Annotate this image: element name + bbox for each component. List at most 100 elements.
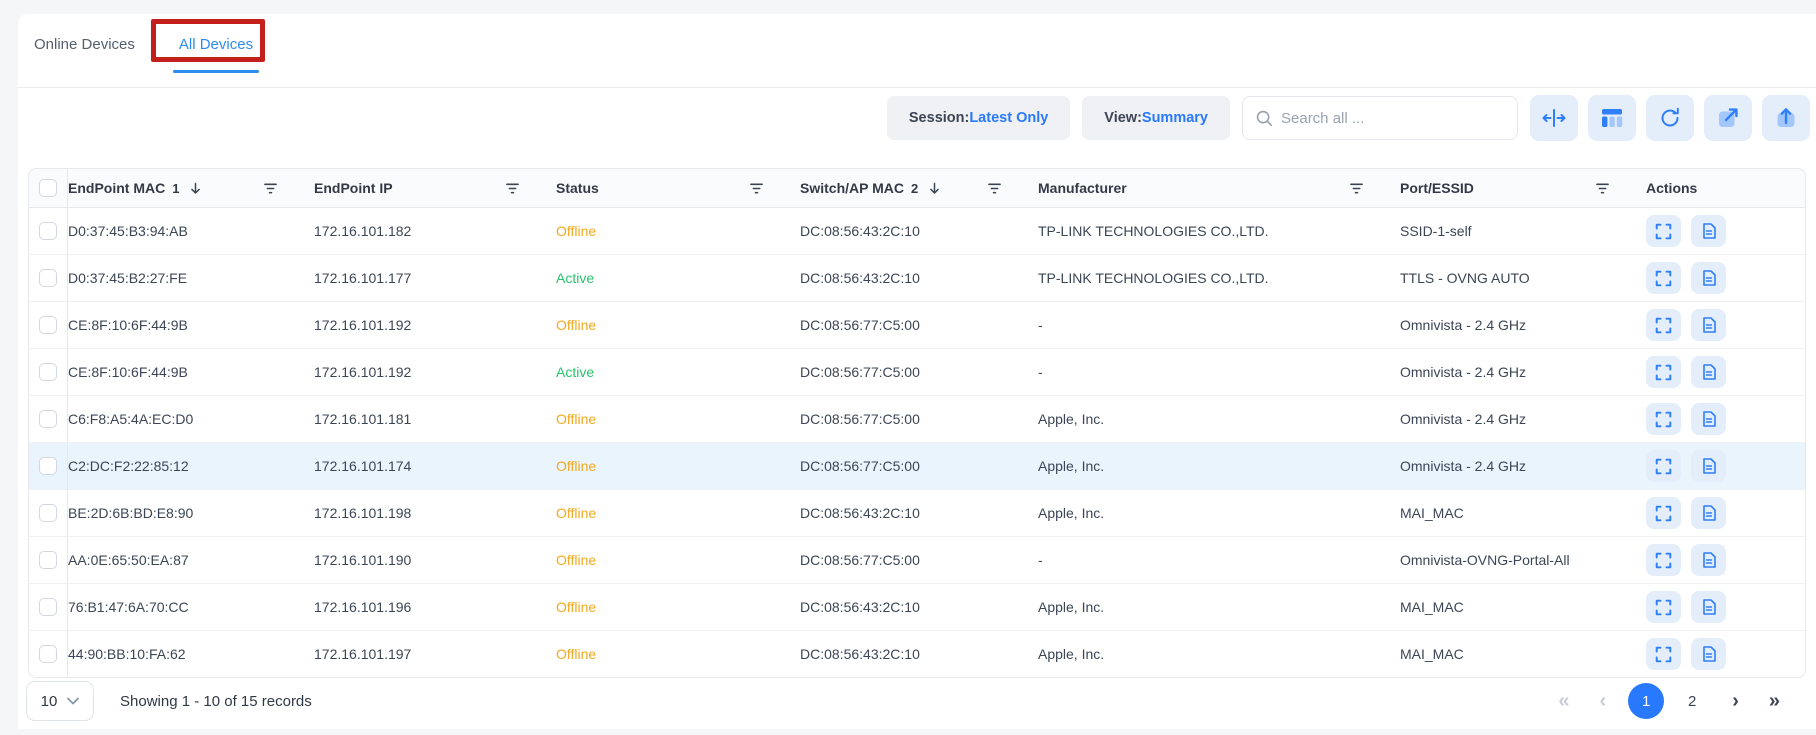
switch-ap-mac-cell: DC:08:56:43:2C:10 — [800, 584, 1038, 631]
table-row[interactable]: C2:DC:F2:22:85:12 172.16.101.174 Offline… — [28, 443, 1806, 490]
table-row[interactable]: D0:37:45:B3:94:AB 172.16.101.182 Offline… — [28, 208, 1806, 255]
actions-cell — [1646, 537, 1806, 584]
device-report-button[interactable] — [1691, 450, 1726, 482]
table-row[interactable]: AA:0E:65:50:EA:87 172.16.101.190 Offline… — [28, 537, 1806, 584]
port-essid-cell: MAI_MAC — [1400, 631, 1646, 678]
device-report-button[interactable] — [1691, 497, 1726, 529]
fullscreen-expand-icon — [1655, 411, 1672, 428]
tab-online-devices[interactable]: Online Devices — [30, 29, 139, 73]
table-row[interactable]: D0:37:45:B2:27:FE 172.16.101.177 Active … — [28, 255, 1806, 302]
row-checkbox[interactable] — [39, 222, 57, 240]
endpoint-mac-cell: BE:2D:6B:BD:E8:90 — [68, 490, 314, 537]
chevron-down-icon — [67, 697, 79, 705]
filter-button[interactable] — [503, 180, 522, 197]
session-filter-button[interactable]: Session:Latest Only — [887, 96, 1070, 140]
sort-button[interactable] — [186, 179, 205, 198]
fullscreen-expand-icon — [1655, 364, 1672, 381]
manufacturer-cell: TP-LINK TECHNOLOGIES CO.,LTD. — [1038, 208, 1400, 255]
filter-button[interactable] — [1347, 180, 1366, 197]
row-checkbox[interactable] — [39, 551, 57, 569]
device-report-button[interactable] — [1691, 309, 1726, 341]
page-button-2[interactable]: 2 — [1674, 683, 1710, 719]
endpoint-ip-cell: 172.16.101.174 — [314, 443, 556, 490]
row-checkbox[interactable] — [39, 598, 57, 616]
endpoint-mac-cell: 76:B1:47:6A:70:CC — [68, 584, 314, 631]
first-page-button[interactable]: « — [1550, 686, 1577, 717]
page-size-select[interactable]: 10 — [26, 681, 94, 721]
filter-button[interactable] — [261, 180, 280, 197]
row-checkbox[interactable] — [39, 269, 57, 287]
select-all-checkbox[interactable] — [39, 179, 57, 197]
endpoint-ip-cell: 172.16.101.177 — [314, 255, 556, 302]
row-select-cell — [28, 349, 68, 396]
next-page-button[interactable]: › — [1724, 686, 1747, 717]
table-row[interactable]: CE:8F:10:6F:44:9B 172.16.101.192 Active … — [28, 349, 1806, 396]
expand-details-button[interactable] — [1646, 638, 1681, 670]
fullscreen-expand-icon — [1655, 552, 1672, 569]
fullscreen-expand-icon — [1655, 505, 1672, 522]
endpoint-mac-cell: CE:8F:10:6F:44:9B — [68, 302, 314, 349]
filter-button[interactable] — [1593, 180, 1612, 197]
device-report-button[interactable] — [1691, 544, 1726, 576]
expand-details-button[interactable] — [1646, 215, 1681, 247]
expand-details-button[interactable] — [1646, 450, 1681, 482]
expand-details-button[interactable] — [1646, 591, 1681, 623]
table-row[interactable]: C6:F8:A5:4A:EC:D0 172.16.101.181 Offline… — [28, 396, 1806, 443]
device-report-button[interactable] — [1691, 262, 1726, 294]
upload-button[interactable] — [1762, 95, 1810, 141]
expand-details-button[interactable] — [1646, 309, 1681, 341]
columns-icon — [1600, 107, 1624, 129]
row-checkbox[interactable] — [39, 410, 57, 428]
table-row[interactable]: CE:8F:10:6F:44:9B 172.16.101.192 Offline… — [28, 302, 1806, 349]
port-essid-cell: Omnivista - 2.4 GHz — [1400, 349, 1646, 396]
document-icon — [1702, 223, 1716, 239]
switch-ap-mac-cell: DC:08:56:77:C5:00 — [800, 349, 1038, 396]
port-essid-cell: Omnivista-OVNG-Portal-All — [1400, 537, 1646, 584]
table-row[interactable]: 76:B1:47:6A:70:CC 172.16.101.196 Offline… — [28, 584, 1806, 631]
sort-button[interactable] — [925, 179, 944, 198]
table-row[interactable]: BE:2D:6B:BD:E8:90 172.16.101.198 Offline… — [28, 490, 1806, 537]
expand-details-button[interactable] — [1646, 403, 1681, 435]
expand-details-button[interactable] — [1646, 356, 1681, 388]
actions-cell — [1646, 349, 1806, 396]
device-report-button[interactable] — [1691, 215, 1726, 247]
port-essid-cell: Omnivista - 2.4 GHz — [1400, 396, 1646, 443]
row-checkbox[interactable] — [39, 363, 57, 381]
last-page-button[interactable]: » — [1761, 686, 1788, 717]
expand-details-button[interactable] — [1646, 262, 1681, 294]
switch-ap-mac-cell: DC:08:56:77:C5:00 — [800, 443, 1038, 490]
device-report-button[interactable] — [1691, 356, 1726, 388]
sort-descending-icon — [188, 181, 203, 196]
page-button-1[interactable]: 1 — [1628, 683, 1664, 719]
row-checkbox[interactable] — [39, 504, 57, 522]
tab-all-devices[interactable]: All Devices — [175, 29, 257, 73]
previous-page-button[interactable]: ‹ — [1592, 686, 1615, 717]
expand-details-button[interactable] — [1646, 544, 1681, 576]
status-badge: Offline — [556, 317, 596, 333]
table-row[interactable]: 44:90:BB:10:FA:62 172.16.101.197 Offline… — [28, 631, 1806, 678]
view-filter-button[interactable]: View:Summary — [1082, 96, 1230, 140]
row-checkbox[interactable] — [39, 457, 57, 475]
view-value: Summary — [1142, 110, 1208, 126]
expand-details-button[interactable] — [1646, 497, 1681, 529]
row-select-cell — [28, 208, 68, 255]
filter-button[interactable] — [747, 180, 766, 197]
filter-button[interactable] — [985, 180, 1004, 197]
row-select-cell — [28, 302, 68, 349]
device-report-button[interactable] — [1691, 403, 1726, 435]
endpoint-ip-cell: 172.16.101.192 — [314, 302, 556, 349]
row-checkbox[interactable] — [39, 316, 57, 334]
header-select-all-cell — [28, 168, 68, 208]
refresh-button[interactable] — [1646, 95, 1694, 141]
device-report-button[interactable] — [1691, 591, 1726, 623]
filter-icon — [505, 182, 520, 195]
fullscreen-expand-icon — [1655, 646, 1672, 663]
device-report-button[interactable] — [1691, 638, 1726, 670]
search-input[interactable] — [1281, 110, 1505, 127]
columns-button[interactable] — [1588, 95, 1636, 141]
open-external-button[interactable] — [1704, 95, 1752, 141]
row-checkbox[interactable] — [39, 645, 57, 663]
status-cell: Offline — [556, 490, 800, 537]
expand-columns-button[interactable] — [1530, 95, 1578, 141]
page-size-value: 10 — [41, 693, 58, 710]
